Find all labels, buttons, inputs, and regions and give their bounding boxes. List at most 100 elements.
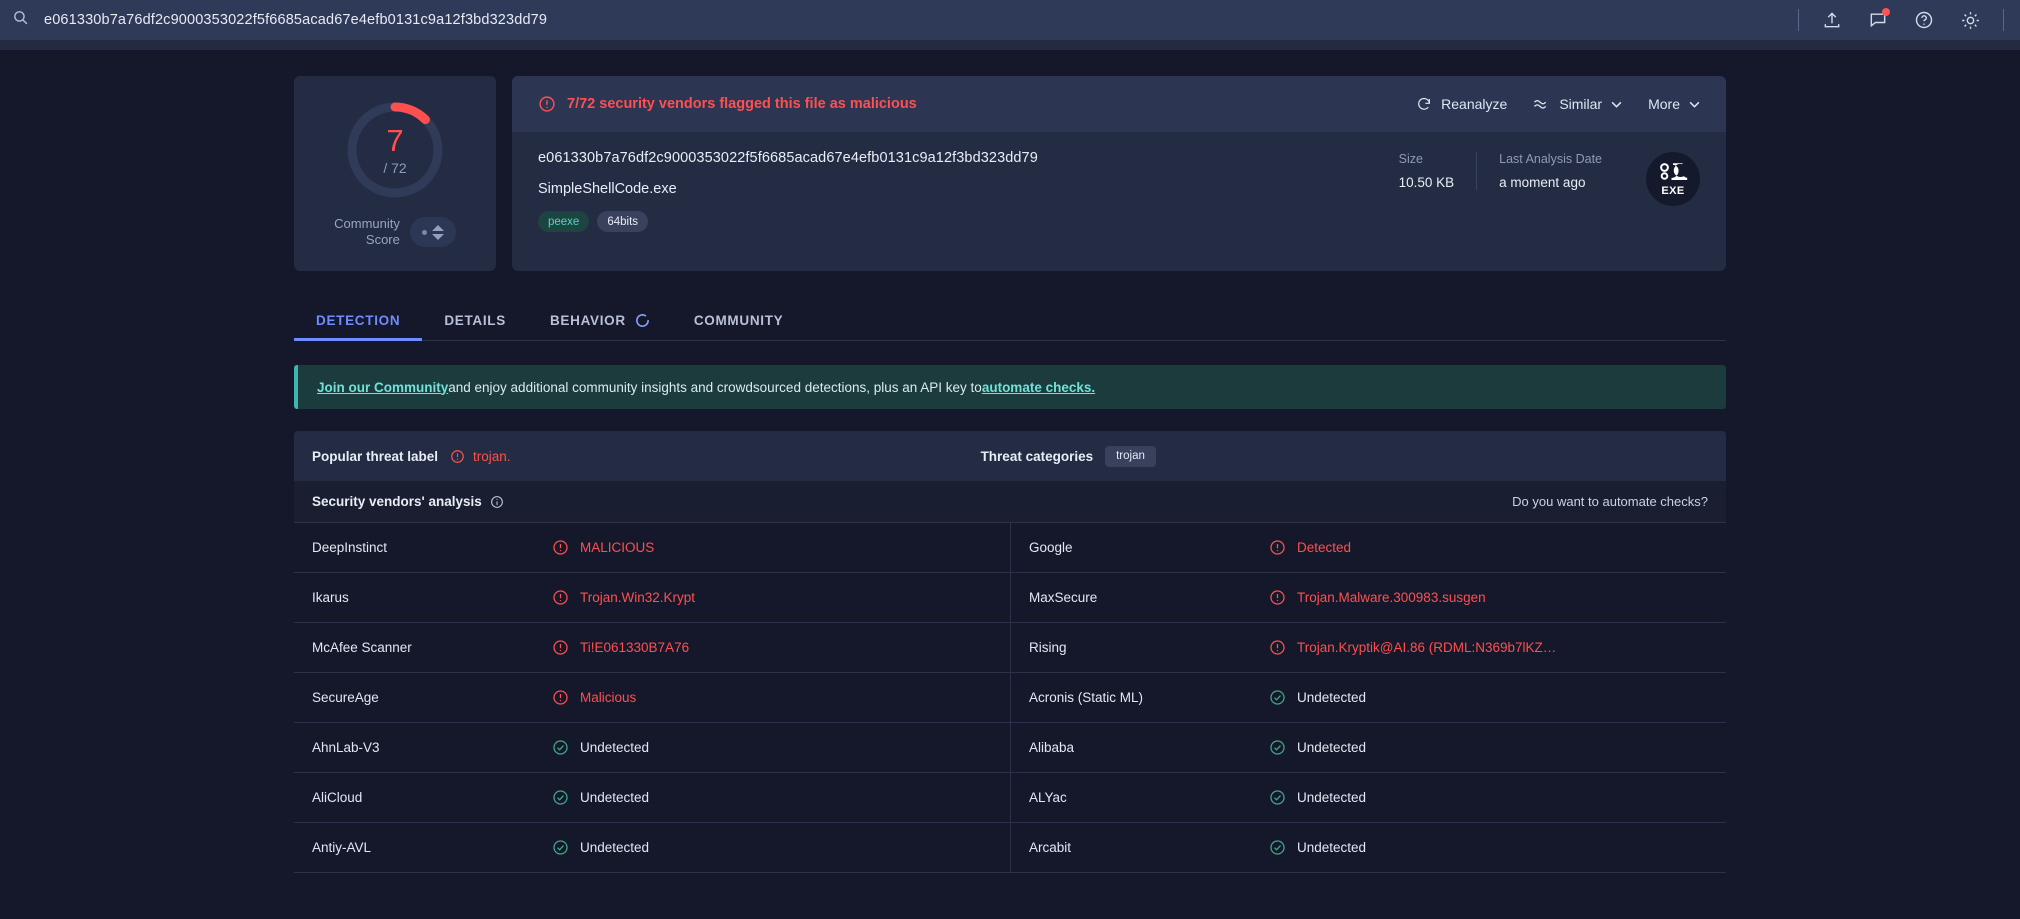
vendor-name: Rising <box>1029 640 1067 655</box>
vendor-name: Acronis (Static ML) <box>1029 690 1144 705</box>
vendor-cell: AhnLab-V3 Undetected <box>294 723 1010 772</box>
vendor-result: Detected <box>1269 539 1351 556</box>
file-summary-card: 7/72 security vendors flagged this file … <box>512 76 1726 271</box>
vendor-result: Ti!E061330B7A76 <box>552 639 689 656</box>
alert-exclamation-icon <box>552 539 569 556</box>
vendor-cell: McAfee Scanner Ti!E061330B7A76 <box>294 623 1010 672</box>
chevron-down-icon[interactable] <box>431 233 444 240</box>
chevron-up-icon[interactable] <box>431 224 444 231</box>
vendor-result-text: Undetected <box>580 840 650 855</box>
vote-chevrons-icon[interactable] <box>431 224 444 240</box>
community-score-label: Community Score <box>334 216 400 249</box>
automate-checks-link[interactable]: automate checks. <box>982 380 1095 395</box>
upload-icon[interactable] <box>1815 3 1849 37</box>
tab-bar: DETECTION DETAILS BEHAVIOR COMMUNITY <box>294 295 1726 341</box>
tab-detection-label: DETECTION <box>316 313 401 328</box>
vendor-result-text: Trojan.Kryptik@AI.86 (RDML:N369b7lKZ… <box>1297 640 1557 655</box>
more-label: More <box>1648 96 1680 112</box>
vendor-result-text: Trojan.Win32.Krypt <box>580 590 696 605</box>
sun-theme-icon[interactable] <box>1953 3 1987 37</box>
tag-64bits[interactable]: 64bits <box>597 211 649 232</box>
malicious-alert-text: 7/72 security vendors flagged this file … <box>567 96 917 112</box>
alert-exclamation-icon <box>1269 639 1286 656</box>
vendor-result: MALICIOUS <box>552 539 654 556</box>
vote-dot-icon <box>421 229 427 235</box>
vendor-result: Undetected <box>552 739 649 756</box>
similar-label: Similar <box>1559 96 1603 112</box>
vendor-name: McAfee Scanner <box>312 640 412 655</box>
file-hash: e061330b7a76df2c9000353022f5f6685acad67e… <box>538 150 1038 166</box>
top-bar: e061330b7a76df2c9000353022f5f6685acad67e… <box>0 0 2020 40</box>
summary-cards: 7 / 72 Community Score 7/72 security ven… <box>294 76 1726 271</box>
more-button[interactable]: More <box>1648 96 1700 112</box>
search-bar[interactable]: e061330b7a76df2c9000353022f5f6685acad67e… <box>4 4 1784 36</box>
vendor-result: Undetected <box>1269 739 1366 756</box>
vendor-name: DeepInstinct <box>312 540 388 555</box>
file-identity: e061330b7a76df2c9000353022f5f6685acad67e… <box>538 150 1377 271</box>
vendor-result: Trojan.Malware.300983.susgen <box>1269 589 1486 606</box>
file-name: SimpleShellCode.exe <box>538 181 677 197</box>
vendor-cell: Acronis (Static ML) Undetected <box>1010 673 1726 722</box>
vendor-result: Undetected <box>552 789 649 806</box>
info-icon <box>490 495 503 508</box>
vendor-cell: SecureAge Malicious <box>294 673 1010 722</box>
vendor-name: Alibaba <box>1029 740 1075 755</box>
tab-details[interactable]: DETAILS <box>422 313 528 340</box>
meta-size: Size 10.50 KB <box>1377 152 1477 190</box>
vendors-analysis-title: Security vendors' analysis <box>312 494 482 509</box>
vendor-name: MaxSecure <box>1029 590 1098 605</box>
file-metadata: Size 10.50 KB Last Analysis Date a momen… <box>1377 150 1700 271</box>
vendor-name: AhnLab-V3 <box>312 740 380 755</box>
similar-button[interactable]: Similar <box>1533 96 1622 112</box>
popular-threat-label-value: trojan. <box>473 448 511 464</box>
banner-mid-text: and enjoy additional community insights … <box>448 379 982 395</box>
alert-exclamation-icon <box>1269 589 1286 606</box>
vendor-name: ALYac <box>1029 790 1067 805</box>
vendor-name: Google <box>1029 540 1073 555</box>
automate-checks-prompt[interactable]: Do you want to automate checks? <box>1512 494 1708 509</box>
community-score-label-line1: Community <box>334 216 400 231</box>
vendor-name: Antiy-AVL <box>312 840 372 855</box>
vendors-analysis-header: Security vendors' analysis Do you want t… <box>294 481 1726 523</box>
file-details: e061330b7a76df2c9000353022f5f6685acad67e… <box>512 132 1726 271</box>
vendor-result: Trojan.Kryptik@AI.86 (RDML:N369b7lKZ… <box>1269 639 1556 656</box>
vendor-result-text: Malicious <box>580 690 637 705</box>
chevron-down-icon <box>1689 101 1700 108</box>
chat-icon[interactable] <box>1861 3 1895 37</box>
vendor-name: Arcabit <box>1029 840 1072 855</box>
vendor-cell: MaxSecure Trojan.Malware.300983.susgen <box>1010 573 1726 622</box>
help-icon[interactable] <box>1907 3 1941 37</box>
vendor-cell: Ikarus Trojan.Win32.Krypt <box>294 573 1010 622</box>
vendor-name: Ikarus <box>312 590 349 605</box>
tab-community[interactable]: COMMUNITY <box>672 313 806 340</box>
community-score-card: 7 / 72 Community Score <box>294 76 496 271</box>
file-type-badge: EXE <box>1646 152 1700 206</box>
vendor-result-text: Detected <box>1297 540 1352 555</box>
vendor-cell: Google Detected <box>1010 523 1726 572</box>
tab-behavior[interactable]: BEHAVIOR <box>528 313 672 340</box>
detection-total: / 72 <box>383 159 407 176</box>
threat-categories: Threat categories trojan <box>981 445 1156 467</box>
file-alert-header: 7/72 security vendors flagged this file … <box>512 76 1726 132</box>
table-row: SecureAge Malicious Acronis (Static ML) Und… <box>294 673 1726 723</box>
tag-peexe[interactable]: peexe <box>538 211 590 232</box>
vendor-result-text: Ti!E061330B7A76 <box>580 640 690 655</box>
reanalyze-button[interactable]: Reanalyze <box>1416 96 1507 112</box>
meta-last-analysis-value: a moment ago <box>1499 175 1586 190</box>
search-input[interactable]: e061330b7a76df2c9000353022f5f6685acad67e… <box>44 12 547 28</box>
vote-widget[interactable] <box>409 217 456 248</box>
tab-detection[interactable]: DETECTION <box>294 313 423 341</box>
divider <box>2003 9 2004 31</box>
join-community-link[interactable]: Join our Community <box>317 380 448 395</box>
table-row: McAfee Scanner Ti!E061330B7A76 Rising Troja… <box>294 623 1726 673</box>
table-row: Ikarus Trojan.Win32.Krypt MaxSecure Trojan.… <box>294 573 1726 623</box>
vendor-result: Undetected <box>1269 789 1366 806</box>
loading-spinner-icon <box>635 313 650 328</box>
check-circle-icon <box>552 789 569 806</box>
vendor-result-text: MALICIOUS <box>580 540 655 555</box>
threat-category-chip[interactable]: trojan <box>1105 445 1156 467</box>
alert-exclamation-icon <box>451 449 464 463</box>
content: 7 / 72 Community Score 7/72 security ven… <box>294 76 1726 873</box>
meta-last-analysis: Last Analysis Date a moment ago <box>1476 152 1624 190</box>
vendor-result: Undetected <box>1269 839 1366 856</box>
